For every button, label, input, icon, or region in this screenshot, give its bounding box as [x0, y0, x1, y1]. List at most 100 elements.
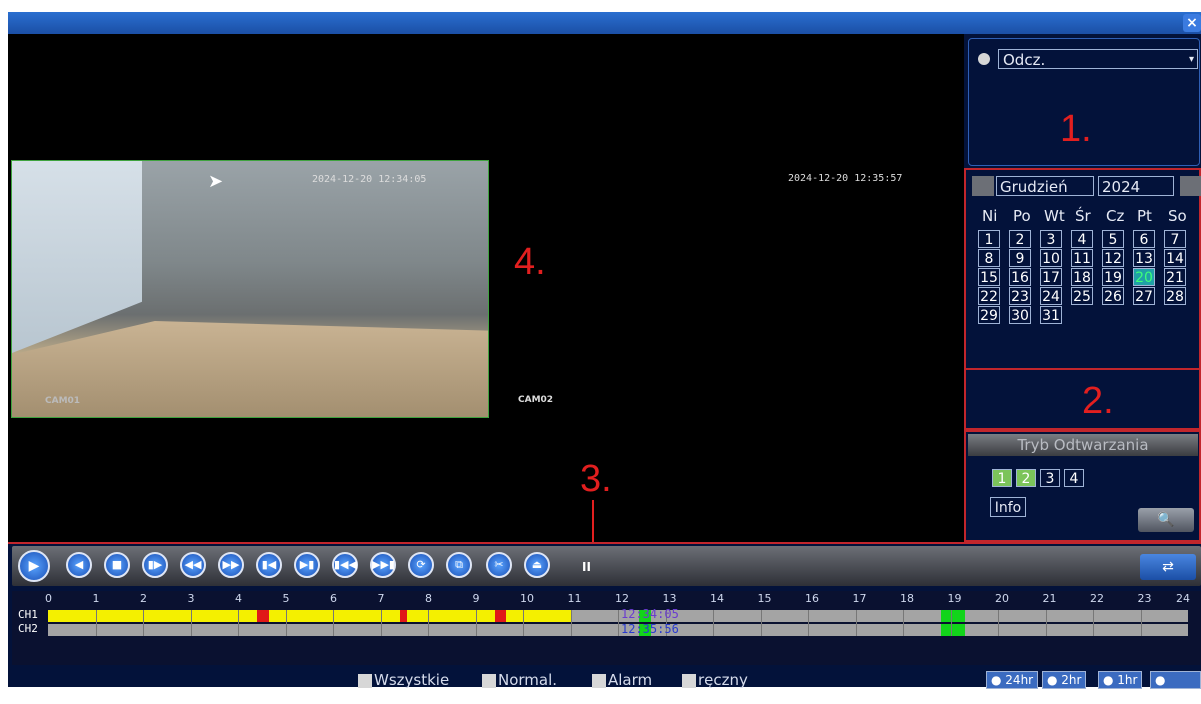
calendar-day[interactable]: 2 [1009, 230, 1031, 248]
playback-mode-button[interactable]: Tryb Odtwarzania [968, 434, 1198, 456]
calendar-day[interactable]: 19 [1102, 268, 1124, 286]
play-icon[interactable]: ▶ [18, 550, 50, 582]
calendar-day[interactable]: 12 [1102, 249, 1124, 267]
check-icon [482, 673, 496, 688]
rewind-icon[interactable]: ◀◀ [180, 552, 206, 578]
fullscreen-icon[interactable]: ⧉ [446, 552, 472, 578]
calendar-day[interactable]: 8 [978, 249, 1000, 267]
timeline-gridline [380, 610, 382, 636]
month-select[interactable]: Grudzień [996, 176, 1094, 196]
annotation-3-line [592, 500, 594, 542]
calendar-day[interactable]: 11 [1071, 249, 1093, 267]
reverse-play-icon[interactable]: ◀ [66, 552, 92, 578]
mode-radio-icon[interactable] [978, 53, 990, 65]
channel-1-time-marker: 12:34:05 [621, 607, 679, 621]
calendar-day[interactable]: 28 [1164, 287, 1186, 305]
timeline-gridline [618, 610, 619, 636]
hour-tick: 17 [852, 592, 867, 605]
calendar-day[interactable]: 16 [1009, 268, 1031, 286]
camera-2-timestamp: 2024-12-20 12:35:57 [788, 173, 903, 184]
previous-file-icon[interactable]: ▮◀◀ [332, 552, 358, 578]
zoom-1hr-label: 1hr [1117, 673, 1138, 687]
timeline-gridline [143, 610, 144, 636]
previous-frame-icon[interactable]: ▮◀ [256, 552, 282, 578]
filter-manual-checkbox[interactable]: ręczny [682, 671, 748, 689]
refresh-icon[interactable]: ⟳ [408, 552, 434, 578]
clip-scissors-icon[interactable]: ✂ [486, 552, 512, 578]
channel-button-4[interactable]: 4 [1064, 469, 1084, 487]
mode-select-value: Odcz. [1003, 51, 1046, 69]
title-bar [8, 12, 1201, 34]
calendar-day[interactable]: 1 [978, 230, 1000, 248]
hour-tick: 4 [235, 592, 242, 605]
info-button[interactable]: Info [990, 497, 1026, 517]
calendar-day[interactable]: 26 [1102, 287, 1124, 305]
calendar-day[interactable]: 22 [978, 287, 1000, 305]
calendar-day[interactable]: 10 [1040, 249, 1062, 267]
backup-icon[interactable]: ⏏ [524, 552, 550, 578]
hour-tick: 13 [662, 592, 677, 605]
calendar-day[interactable]: 23 [1009, 287, 1031, 305]
calendar-day[interactable]: 13 [1133, 249, 1155, 267]
filter-normal-label: Normal. [498, 671, 558, 689]
calendar-day[interactable]: 25 [1071, 287, 1093, 305]
search-icon: 🔍 [1157, 512, 1175, 528]
stop-icon[interactable]: ■ [104, 552, 130, 578]
calendar-day[interactable]: 27 [1133, 287, 1155, 305]
timeline-gridline [713, 610, 714, 636]
camera-1-floor [12, 321, 488, 417]
calendar-day[interactable]: 4 [1071, 230, 1093, 248]
month-value: Grudzień [1000, 178, 1068, 196]
timeline-gridline [523, 610, 524, 636]
calendar-day[interactable]: 9 [1009, 249, 1031, 267]
calendar-day[interactable]: 14 [1164, 249, 1186, 267]
calendar-day[interactable]: 24 [1040, 287, 1062, 305]
zoom-24hr-button[interactable]: ● 24hr [986, 671, 1039, 689]
zoom-1hr-button[interactable]: ● 1hr [1098, 671, 1143, 689]
next-file-icon[interactable]: ▶▶▮ [370, 552, 396, 578]
channel-button-2[interactable]: 2 [1016, 469, 1036, 487]
timeline-gridline [855, 610, 857, 636]
zoom-2hr-button[interactable]: ● 2hr [1042, 671, 1087, 689]
calendar-day[interactable]: 30 [1009, 306, 1031, 324]
calendar-day[interactable]: 6 [1133, 230, 1155, 248]
step-forward-icon[interactable]: ▮▶ [142, 552, 168, 578]
filter-all-checkbox[interactable]: Wszystkie [358, 671, 449, 689]
close-button[interactable]: × [1183, 14, 1201, 32]
timeline-gridline [1045, 610, 1047, 636]
sync-icon[interactable]: ⇄ [1140, 554, 1196, 580]
calendar-day[interactable]: 7 [1164, 230, 1186, 248]
calendar-day[interactable]: 3 [1040, 230, 1062, 248]
check-icon [358, 673, 372, 688]
weekday-Pt: Pt [1137, 207, 1152, 225]
hour-tick: 20 [995, 592, 1009, 605]
filter-alarm-checkbox[interactable]: Alarm [592, 671, 652, 689]
channel-button-3[interactable]: 3 [1040, 469, 1060, 487]
check-icon [592, 673, 606, 688]
filter-manual-label: ręczny [698, 671, 748, 689]
hour-tick: 16 [805, 592, 819, 605]
zoom-30m-button[interactable]: ● 30m [1150, 671, 1201, 703]
calendar-day[interactable]: 21 [1164, 268, 1186, 286]
calendar-day[interactable]: 18 [1071, 268, 1093, 286]
channel-1-normal-segment [48, 610, 571, 622]
fast-forward-icon[interactable]: ▶▶ [218, 552, 244, 578]
filter-normal-checkbox[interactable]: Normal. [482, 671, 557, 689]
chevron-down-icon: ▾ [1188, 54, 1194, 65]
year-input[interactable]: 2024 [1098, 176, 1174, 196]
next-frame-icon[interactable]: ▶▮ [294, 552, 320, 578]
prev-month-button[interactable] [972, 176, 994, 196]
channel-2-time-marker: 12:35:56 [621, 622, 679, 636]
search-button[interactable]: 🔍 [1138, 508, 1194, 532]
calendar-day[interactable]: 15 [978, 268, 1000, 286]
next-month-button[interactable] [1180, 176, 1201, 196]
calendar-day[interactable]: 17 [1040, 268, 1062, 286]
channel-2-label: CH2 [18, 622, 38, 635]
calendar-day[interactable]: 29 [978, 306, 1000, 324]
camera-1-view[interactable]: 2024-12-20 12:34:05 CAM01 ➤ [11, 160, 489, 418]
mode-select[interactable]: Odcz. ▾ [998, 49, 1198, 69]
channel-button-1[interactable]: 1 [992, 469, 1012, 487]
calendar-day[interactable]: 20 [1133, 268, 1155, 286]
calendar-day[interactable]: 5 [1102, 230, 1124, 248]
calendar-day[interactable]: 31 [1040, 306, 1062, 324]
